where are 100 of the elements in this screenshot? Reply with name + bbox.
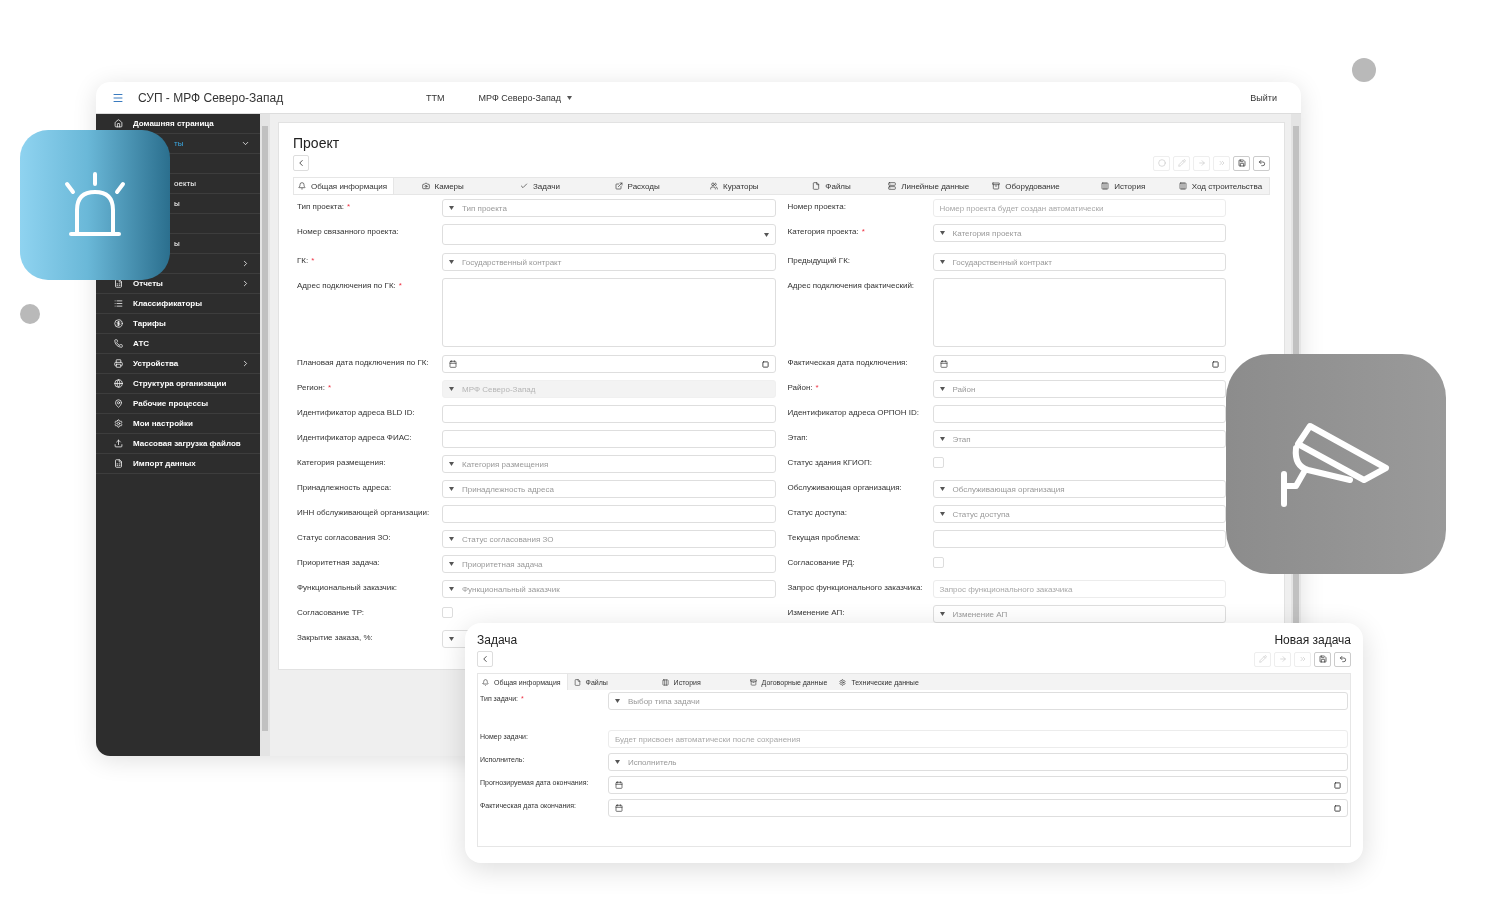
- sidebar-item[interactable]: Тарифы: [96, 314, 260, 334]
- columns-icon: [661, 678, 669, 686]
- caret-icon: [615, 699, 620, 703]
- back-button[interactable]: [477, 651, 493, 667]
- scrollbar-thumb[interactable]: [262, 126, 268, 731]
- tab[interactable]: Ход строительства: [1171, 178, 1270, 194]
- toolbar-button[interactable]: [1253, 155, 1270, 171]
- bell-icon: [298, 182, 306, 190]
- chevron-left-icon: [480, 654, 490, 664]
- caret-icon: [939, 437, 945, 441]
- date-field[interactable]: [608, 776, 1348, 794]
- phone-icon: [114, 339, 123, 348]
- app-title: СУП - МРФ Северо-Запад: [138, 90, 285, 105]
- caret-icon: [939, 231, 945, 235]
- checkbox[interactable]: [932, 457, 944, 468]
- field-label: Регион: *: [297, 382, 333, 394]
- tab[interactable]: Общая информация: [294, 178, 395, 194]
- caret-icon: [939, 612, 945, 616]
- checkbox[interactable]: [932, 557, 944, 568]
- sidebar-item[interactable]: Структура организации: [96, 374, 260, 394]
- caret-icon: [449, 487, 454, 491]
- field-label: Адрес подключения фактический:: [787, 280, 916, 292]
- input-field[interactable]: [442, 405, 776, 423]
- calendar-icon: [761, 360, 769, 368]
- input-field[interactable]: [932, 405, 1226, 423]
- field-label: Плановая дата подключения по ГК:: [297, 357, 430, 369]
- calendar-icon: [615, 781, 623, 789]
- tab[interactable]: Расходы: [588, 178, 686, 194]
- input-field[interactable]: [932, 530, 1226, 548]
- field-label: Текущая проблема:: [787, 532, 862, 544]
- columns-icon: [1101, 182, 1110, 190]
- gear-icon: [839, 678, 847, 686]
- date-field[interactable]: [608, 799, 1348, 817]
- date-field[interactable]: [932, 355, 1226, 373]
- date-field[interactable]: [442, 355, 776, 373]
- sidebar-item[interactable]: Импорт данных: [96, 454, 260, 474]
- arrow-right-icon: [1197, 159, 1206, 167]
- tab[interactable]: Линейные данные: [880, 178, 978, 194]
- textarea-field[interactable]: [442, 278, 776, 347]
- caret-icon: [449, 206, 454, 210]
- users-icon: [710, 182, 719, 190]
- save-icon: [1237, 159, 1246, 167]
- tab[interactable]: Файлы: [782, 178, 881, 194]
- file-icon: [573, 678, 581, 686]
- field-label: Номер проекта:: [787, 201, 847, 213]
- input-field[interactable]: [442, 430, 776, 448]
- calendar-icon: [449, 360, 457, 368]
- select-field[interactable]: [442, 224, 776, 245]
- field-label: Идентификатор адреса ФИАС:: [297, 432, 413, 444]
- caret-icon: [939, 260, 945, 264]
- field-label: Статус доступа:: [787, 507, 848, 519]
- sidebar-item[interactable]: АТС: [96, 334, 260, 354]
- sidebar-item[interactable]: Мои настройки: [96, 414, 260, 434]
- caret-icon: [449, 637, 454, 641]
- checkbox[interactable]: [442, 607, 453, 618]
- sidebar-item[interactable]: Классификаторы: [96, 294, 260, 314]
- field-label: Изменение АП:: [787, 607, 846, 619]
- logout-link[interactable]: Выйти: [1250, 92, 1277, 103]
- nav-link[interactable]: ТТМ: [426, 92, 445, 103]
- tab[interactable]: История: [1074, 178, 1172, 194]
- toolbar-button[interactable]: [1314, 651, 1331, 667]
- toolbar-button[interactable]: [1233, 155, 1250, 171]
- server-icon: [888, 182, 897, 190]
- caret-icon: [449, 462, 454, 466]
- double-chevron-icon: [1298, 655, 1307, 663]
- page-title: Проект: [293, 135, 341, 151]
- field-label: Запрос функционального заказчика:: [787, 582, 924, 594]
- input-field[interactable]: [442, 505, 776, 523]
- field-label: Согласование РД:: [787, 557, 856, 569]
- field-label: Приоритетная задача:: [297, 557, 381, 569]
- menu-icon[interactable]: [112, 91, 124, 104]
- field-label: Категория проекта: *: [787, 226, 866, 238]
- toolbar-button[interactable]: [1334, 651, 1351, 667]
- tab[interactable]: Кураторы: [685, 178, 783, 194]
- arrow-right-icon: [1278, 655, 1287, 663]
- sidebar-item[interactable]: ты: [174, 139, 184, 148]
- tab[interactable]: Оборудование: [977, 178, 1075, 194]
- textarea-field[interactable]: [932, 278, 1226, 347]
- sidebar-item[interactable]: Рабочие процессы: [96, 394, 260, 414]
- caret-icon: [449, 587, 454, 591]
- camera-icon: [421, 182, 430, 190]
- double-chevron-icon: [1217, 159, 1226, 167]
- caret-icon: [449, 387, 454, 391]
- sidebar-item[interactable]: Массовая загрузка файлов: [96, 434, 260, 454]
- field-label: Район: *: [787, 382, 820, 394]
- sidebar-item[interactable]: ы: [174, 199, 180, 208]
- sidebar-item[interactable]: ы: [174, 239, 180, 248]
- tab[interactable]: Камеры: [394, 178, 492, 194]
- panel-title: Задача: [477, 633, 518, 647]
- sidebar-item[interactable]: оекты: [174, 179, 196, 188]
- undo-icon: [1257, 159, 1266, 167]
- back-button[interactable]: [293, 155, 309, 171]
- sidebar-item[interactable]: Устройства: [96, 354, 260, 374]
- tab[interactable]: Задачи: [491, 178, 589, 194]
- region-dropdown[interactable]: МРФ Северо-Запад: [478, 92, 572, 103]
- field-label: Идентификатор адреса ОРПОН ID:: [787, 407, 921, 419]
- archive-icon: [992, 182, 1001, 190]
- field-label: Статус согласования ЗО:: [297, 532, 392, 544]
- decor-dot: [1352, 58, 1376, 82]
- columns-icon: [1178, 182, 1187, 190]
